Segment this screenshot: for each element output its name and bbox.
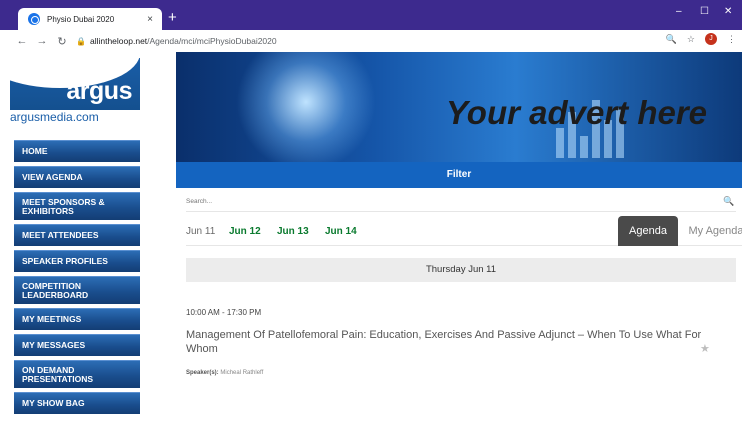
search-row: 🔍 [186,192,736,212]
main-content: Your advert here Filter 🔍 Jun 11 Jun 12 … [176,52,742,422]
date-tab-jun-12[interactable]: Jun 12 [229,226,261,237]
site-favicon-icon [28,13,40,25]
browser-tab[interactable]: Physio Dubai 2020 × [18,8,162,30]
site-name[interactable]: argusmedia.com [10,110,99,124]
tab-strip: Physio Dubai 2020 × + – ☐ ✕ [0,0,742,30]
toolbar-actions: 🔍 ☆ J ⋮ [666,33,736,45]
menu-item-my-messages[interactable]: MY MESSAGES [14,334,140,356]
argus-logo[interactable]: argus [10,58,140,110]
session-speakers: Speaker(s): Micheal Rathleff [186,370,263,376]
menu-item-speaker-profiles[interactable]: SPEAKER PROFILES [14,250,140,272]
browser-toolbar: ← → ↻ 🔒 allintheloop.net/Agenda/mci/mciP… [0,30,742,52]
menu-item-meet-sponsors-exhibitors[interactable]: MEET SPONSORS & EXHIBITORS [14,192,140,220]
address-bar[interactable]: 🔒 allintheloop.net/Agenda/mci/mciPhysioD… [76,32,734,50]
date-tabs-row: Jun 11 Jun 12 Jun 13 Jun 14 Agenda My Ag… [186,216,742,246]
close-tab-icon[interactable]: × [144,14,156,25]
browser-menu-icon[interactable]: ⋮ [727,34,736,45]
favorite-star-icon[interactable]: ★ [700,342,710,355]
profile-avatar[interactable]: J [705,33,717,45]
zoom-icon[interactable]: 🔍 [666,34,677,45]
menu-item-view-agenda[interactable]: VIEW AGENDA [14,166,140,188]
banner-advert-text: Your advert here [446,94,708,131]
date-tab-jun-14[interactable]: Jun 14 [325,226,357,237]
tab-my-agenda[interactable]: My Agenda [686,216,742,246]
menu-item-meet-attendees[interactable]: MEET ATTENDEES [14,224,140,246]
tab-title: Physio Dubai 2020 [47,14,115,24]
forward-arrow-icon[interactable]: → [34,35,50,47]
new-tab-button[interactable]: + [168,10,177,26]
search-icon[interactable]: 🔍 [722,196,736,207]
menu-item-on-demand-presentations[interactable]: ON DEMAND PRESENTATIONS [14,360,140,388]
menu-item-competition-leaderboard[interactable]: COMPETITION LEADERBOARD [14,276,140,304]
date-tab-jun-11[interactable]: Jun 11 [186,226,215,237]
search-input[interactable] [186,198,722,205]
logo-text: argus [66,77,132,105]
url-text: allintheloop.net/Agenda/mci/mciPhysioDub… [89,36,277,46]
sidebar: argus argusmedia.com HOME VIEW AGENDA ME… [0,52,176,422]
sidebar-menu: HOME VIEW AGENDA MEET SPONSORS & EXHIBIT… [14,140,140,418]
menu-item-home[interactable]: HOME [14,140,140,162]
menu-item-my-meetings[interactable]: MY MEETINGS [14,308,140,330]
session-time: 10:00 AM - 17:30 PM [186,308,262,317]
session-title[interactable]: Management Of Patellofemoral Pain: Educa… [186,328,706,356]
browser-chrome: Physio Dubai 2020 × + – ☐ ✕ ← → ↻ 🔒 alli… [0,0,742,52]
advert-banner[interactable]: Your advert here [176,52,742,162]
date-tab-jun-13[interactable]: Jun 13 [277,226,309,237]
speakers-label: Speaker(s): [186,370,219,376]
maximize-window-button[interactable]: ☐ [700,6,709,18]
close-window-button[interactable]: ✕ [724,6,732,18]
minimize-window-button[interactable]: – [676,6,682,18]
lock-icon: 🔒 [76,36,86,46]
menu-item-my-show-bag[interactable]: MY SHOW BAG [14,392,140,414]
filter-bar[interactable]: Filter [176,162,742,188]
tab-agenda[interactable]: Agenda [618,216,678,246]
speaker-name[interactable]: Micheal Rathleff [220,370,263,376]
back-arrow-icon[interactable]: ← [14,35,30,47]
web-page: argus argusmedia.com HOME VIEW AGENDA ME… [0,52,742,422]
reload-icon[interactable]: ↻ [54,35,70,48]
banner-glow-decoration [236,52,376,162]
day-header: Thursday Jun 11 [186,258,736,282]
bookmark-star-icon[interactable]: ☆ [687,34,695,45]
